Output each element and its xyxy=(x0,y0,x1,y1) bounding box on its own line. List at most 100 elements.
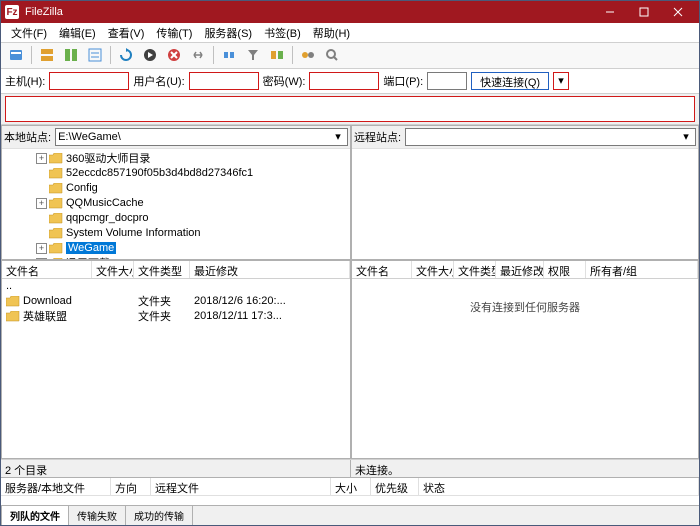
toggle-log-icon[interactable] xyxy=(36,44,58,66)
file-size xyxy=(92,284,134,288)
col-permissions[interactable]: 权限 xyxy=(544,261,586,278)
port-label: 端口(P): xyxy=(383,73,423,89)
tab-failed[interactable]: 传输失败 xyxy=(68,505,126,525)
folder-icon xyxy=(49,213,63,224)
tree-item[interactable]: +QQMusicCache xyxy=(4,196,348,211)
queue-body[interactable] xyxy=(1,495,699,505)
tree-toggle-icon[interactable]: + xyxy=(36,153,47,164)
chevron-down-icon[interactable]: ▾ xyxy=(679,130,693,143)
menu-view[interactable]: 查看(V) xyxy=(102,23,151,43)
tab-successful[interactable]: 成功的传输 xyxy=(125,505,193,525)
remote-empty-message: 没有连接到任何服务器 xyxy=(352,279,698,315)
port-input[interactable] xyxy=(427,72,467,90)
reconnect-icon[interactable] xyxy=(218,44,240,66)
col-filesize[interactable]: 文件大小 xyxy=(92,261,134,278)
quickconnect-button[interactable]: 快速连接(Q) xyxy=(471,72,549,90)
tree-toggle-icon[interactable]: + xyxy=(36,198,47,209)
minimize-button[interactable] xyxy=(593,1,627,23)
tree-item[interactable]: +360驱动大师目录 xyxy=(4,151,348,166)
col-modified[interactable]: 最近修改 xyxy=(496,261,544,278)
tree-item[interactable]: + WeGame xyxy=(4,241,348,256)
file-date xyxy=(190,284,350,288)
list-row[interactable]: 英雄联盟文件夹2018/12/11 17:3... xyxy=(2,309,350,324)
tree-label: WeGame xyxy=(66,242,116,254)
toggle-queue-icon[interactable] xyxy=(84,44,106,66)
menu-bar: 文件(F) 编辑(E) 查看(V) 传输(T) 服务器(S) 书签(B) 帮助(… xyxy=(1,23,699,43)
remote-pane: 远程站点: ▾ xyxy=(351,125,699,260)
local-status: 2 个目录 xyxy=(1,460,351,477)
tree-toggle-icon[interactable]: + xyxy=(36,243,47,254)
refresh-icon[interactable] xyxy=(115,44,137,66)
remote-list-body[interactable]: 没有连接到任何服务器 xyxy=(352,279,698,458)
folder-icon xyxy=(6,296,20,307)
tree-label: 迅雷下载 xyxy=(66,255,110,259)
close-button[interactable] xyxy=(661,1,695,23)
tree-toggle-icon xyxy=(36,213,47,224)
col-priority[interactable]: 优先级 xyxy=(371,478,419,495)
col-modified[interactable]: 最近修改 xyxy=(190,261,350,278)
list-status-bar: 2 个目录 未连接。 xyxy=(1,459,699,477)
col-filetype[interactable]: 文件类型 xyxy=(134,261,190,278)
file-date: 2018/12/11 17:3... xyxy=(190,308,350,324)
tab-queued[interactable]: 列队的文件 xyxy=(1,505,69,525)
folder-icon xyxy=(49,153,63,164)
col-remote-file[interactable]: 远程文件 xyxy=(151,478,331,495)
local-path-combo[interactable]: E:\WeGame\ ▾ xyxy=(55,128,348,146)
local-file-list: 文件名 文件大小 文件类型 最近修改 ..Download文件夹2018/12/… xyxy=(1,260,351,459)
username-input[interactable] xyxy=(189,72,259,90)
local-pane: 本地站点: E:\WeGame\ ▾ +360驱动大师目录52eccdc8571… xyxy=(1,125,351,260)
local-tree[interactable]: +360驱动大师目录52eccdc857190f05b3d4bd8d27346f… xyxy=(2,149,350,259)
toggle-tree-icon[interactable] xyxy=(60,44,82,66)
file-size xyxy=(92,314,134,318)
site-manager-icon[interactable] xyxy=(5,44,27,66)
file-size xyxy=(92,299,134,303)
process-queue-icon[interactable] xyxy=(139,44,161,66)
host-label: 主机(H): xyxy=(5,73,45,89)
tree-label: Config xyxy=(66,182,98,194)
tree-toggle-icon xyxy=(36,228,47,239)
menu-bookmarks[interactable]: 书签(B) xyxy=(258,23,307,43)
menu-server[interactable]: 服务器(S) xyxy=(198,23,258,43)
host-input[interactable] xyxy=(49,72,129,90)
menu-transfer[interactable]: 传输(T) xyxy=(150,23,198,43)
col-filetype[interactable]: 文件类型 xyxy=(454,261,496,278)
col-direction[interactable]: 方向 xyxy=(111,478,151,495)
menu-help[interactable]: 帮助(H) xyxy=(307,23,356,43)
sync-browse-icon[interactable] xyxy=(297,44,319,66)
search-icon[interactable] xyxy=(321,44,343,66)
password-input[interactable] xyxy=(309,72,379,90)
folder-icon xyxy=(6,311,20,322)
compare-icon[interactable] xyxy=(266,44,288,66)
tree-toggle-icon[interactable]: + xyxy=(36,258,47,259)
title-bar: Fz FileZilla xyxy=(1,1,699,23)
tree-item[interactable]: qqpcmgr_docpro xyxy=(4,211,348,226)
col-filesize[interactable]: 文件大小 xyxy=(412,261,454,278)
maximize-button[interactable] xyxy=(627,1,661,23)
col-filename[interactable]: 文件名 xyxy=(2,261,92,278)
col-size[interactable]: 大小 xyxy=(331,478,371,495)
chevron-down-icon[interactable]: ▾ xyxy=(331,130,345,143)
col-server-local[interactable]: 服务器/本地文件 xyxy=(1,478,111,495)
col-filename[interactable]: 文件名 xyxy=(352,261,412,278)
message-log[interactable] xyxy=(5,96,695,122)
tree-label: System Volume Information xyxy=(66,227,201,239)
tree-item[interactable]: Config xyxy=(4,181,348,196)
cancel-icon[interactable] xyxy=(163,44,185,66)
remote-path-combo[interactable]: ▾ xyxy=(405,128,696,146)
menu-edit[interactable]: 编辑(E) xyxy=(53,23,102,43)
disconnect-icon[interactable] xyxy=(187,44,209,66)
col-status[interactable]: 状态 xyxy=(419,478,699,495)
tree-item[interactable]: System Volume Information xyxy=(4,226,348,241)
file-date: 2018/12/6 16:20:... xyxy=(190,293,350,309)
tree-item[interactable]: 52eccdc857190f05b3d4bd8d27346fc1 xyxy=(4,166,348,181)
col-owner[interactable]: 所有者/组 xyxy=(586,261,698,278)
toolbar-separator xyxy=(292,46,293,64)
local-list-body[interactable]: ..Download文件夹2018/12/6 16:20:...英雄联盟文件夹2… xyxy=(2,279,350,458)
remote-tree[interactable] xyxy=(352,149,698,259)
quickconnect-dropdown[interactable]: ▾ xyxy=(553,72,569,90)
tree-item[interactable]: + 迅雷下载 xyxy=(4,256,348,259)
menu-file[interactable]: 文件(F) xyxy=(5,23,53,43)
toolbar-separator xyxy=(31,46,32,64)
folder-icon xyxy=(49,183,63,194)
filter-icon[interactable] xyxy=(242,44,264,66)
